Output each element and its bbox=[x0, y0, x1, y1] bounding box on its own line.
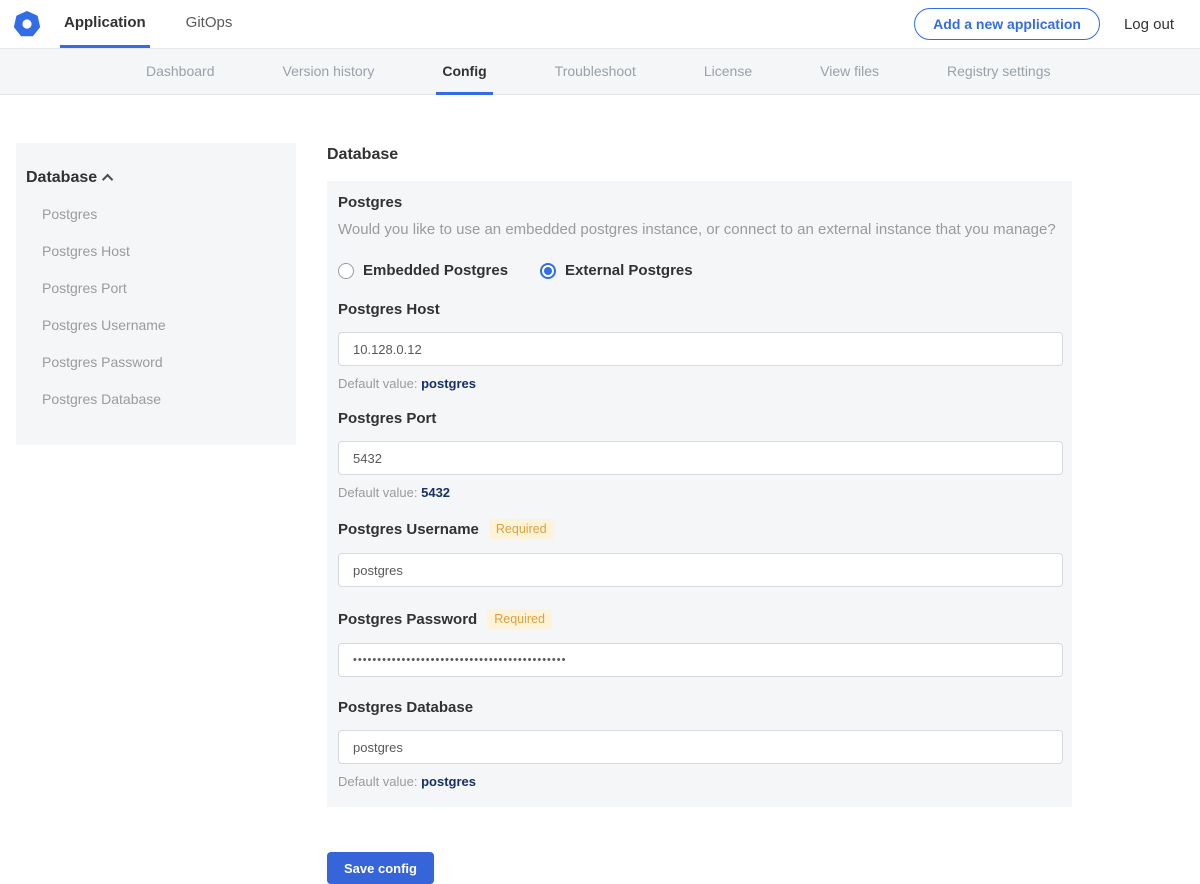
app-logo-heptagon-icon bbox=[14, 11, 40, 37]
postgres-port-input[interactable] bbox=[338, 441, 1063, 475]
default-value: 5432 bbox=[421, 485, 451, 500]
default-label: Default value: bbox=[338, 376, 422, 391]
config-sidebar: Database Postgres Postgres Host Postgres… bbox=[16, 143, 296, 445]
radio-embedded-postgres-label: Embedded Postgres bbox=[363, 262, 509, 279]
top-nav: Application GitOps Add a new application… bbox=[0, 0, 1200, 48]
tab-registry-settings[interactable]: Registry settings bbox=[941, 49, 1056, 95]
postgres-database-label: Postgres Database bbox=[338, 699, 474, 716]
top-tab-application[interactable]: Application bbox=[60, 0, 150, 48]
field-postgres-password: Postgres Password Required bbox=[338, 609, 1063, 677]
postgres-database-input[interactable] bbox=[338, 730, 1063, 764]
logout-link[interactable]: Log out bbox=[1124, 16, 1174, 33]
radio-unselected-icon bbox=[338, 262, 354, 279]
tab-config-label: Config bbox=[442, 62, 487, 79]
top-nav-right: Add a new application Log out bbox=[914, 0, 1200, 48]
tab-license-label: License bbox=[703, 62, 753, 79]
tab-view-files[interactable]: View files bbox=[814, 49, 885, 95]
config-page: Database Postgres Postgres Host Postgres… bbox=[0, 143, 1200, 884]
radio-selected-icon bbox=[540, 262, 557, 279]
top-tab-gitops[interactable]: GitOps bbox=[182, 0, 237, 48]
tab-troubleshoot[interactable]: Troubleshoot bbox=[549, 49, 642, 95]
page-title: Database bbox=[327, 146, 399, 163]
radio-external-postgres[interactable]: External Postgres bbox=[540, 262, 693, 279]
sidebar-item-postgres-database[interactable]: Postgres Database bbox=[26, 380, 272, 417]
postgres-password-input[interactable] bbox=[338, 643, 1063, 677]
postgres-username-input[interactable] bbox=[338, 553, 1063, 587]
tab-license[interactable]: License bbox=[698, 49, 758, 95]
sidebar-item-postgres-username[interactable]: Postgres Username bbox=[26, 306, 272, 343]
sidebar-group-database[interactable]: Database bbox=[26, 169, 272, 187]
top-tab-bar: Application GitOps bbox=[60, 0, 268, 48]
tab-registry-settings-label: Registry settings bbox=[947, 62, 1051, 79]
postgres-password-label: Postgres Password bbox=[338, 610, 478, 628]
field-postgres-port: Postgres Port Default value: 5432 bbox=[338, 410, 1063, 500]
config-main: Database Postgres Would you like to use … bbox=[327, 143, 1072, 884]
database-config-card: Postgres Would you like to use an embedd… bbox=[327, 181, 1072, 807]
sidebar-item-postgres[interactable]: Postgres bbox=[26, 195, 272, 232]
sidebar-item-postgres-host[interactable]: Postgres Host bbox=[26, 232, 272, 269]
tab-config[interactable]: Config bbox=[436, 49, 493, 95]
chevron-up-icon bbox=[102, 173, 114, 186]
postgres-port-default: Default value: 5432 bbox=[338, 485, 1061, 500]
postgres-mode-radio-group: Embedded Postgres External Postgres bbox=[338, 262, 1061, 279]
tab-dashboard-label: Dashboard bbox=[146, 62, 215, 79]
sidebar-item-postgres-password[interactable]: Postgres Password bbox=[26, 343, 272, 380]
postgres-host-input[interactable] bbox=[338, 332, 1063, 366]
add-application-button[interactable]: Add a new application bbox=[914, 8, 1100, 40]
default-label: Default value: bbox=[338, 485, 422, 500]
postgres-host-default: Default value: postgres bbox=[338, 376, 1061, 391]
postgres-username-label: Postgres Username bbox=[338, 520, 479, 538]
postgres-host-label: Postgres Host bbox=[338, 301, 440, 318]
save-config-button[interactable]: Save config bbox=[327, 852, 434, 884]
default-value: postgres bbox=[421, 376, 477, 391]
sidebar-group-database-label: Database bbox=[26, 169, 98, 186]
tab-version-history-label: Version history bbox=[282, 62, 375, 79]
default-label: Default value: bbox=[338, 774, 422, 789]
postgres-port-label: Postgres Port bbox=[338, 410, 437, 427]
app-sub-nav: Dashboard Version history Config Trouble… bbox=[0, 48, 1200, 95]
app-logo[interactable] bbox=[12, 0, 60, 48]
required-badge: Required bbox=[488, 519, 554, 539]
default-value: postgres bbox=[421, 774, 477, 789]
group-label-postgres: Postgres bbox=[338, 194, 403, 211]
tab-troubleshoot-label: Troubleshoot bbox=[554, 62, 636, 79]
field-postgres-host: Postgres Host Default value: postgres bbox=[338, 301, 1063, 391]
group-help-text: Would you like to use an embedded postgr… bbox=[338, 221, 1056, 238]
top-tab-gitops-label: GitOps bbox=[185, 14, 233, 31]
tab-dashboard[interactable]: Dashboard bbox=[140, 49, 221, 95]
radio-embedded-postgres[interactable]: Embedded Postgres bbox=[338, 262, 508, 279]
radio-external-postgres-label: External Postgres bbox=[565, 262, 693, 279]
sidebar-item-postgres-port[interactable]: Postgres Port bbox=[26, 269, 272, 306]
tab-view-files-label: View files bbox=[820, 62, 880, 79]
tab-version-history[interactable]: Version history bbox=[277, 49, 381, 95]
required-badge: Required bbox=[487, 609, 552, 629]
field-postgres-username: Postgres Username Required bbox=[338, 519, 1063, 587]
postgres-database-default: Default value: postgres bbox=[338, 774, 1061, 789]
field-postgres-database: Postgres Database Default value: postgre… bbox=[338, 699, 1063, 789]
top-tab-application-label: Application bbox=[64, 14, 146, 31]
